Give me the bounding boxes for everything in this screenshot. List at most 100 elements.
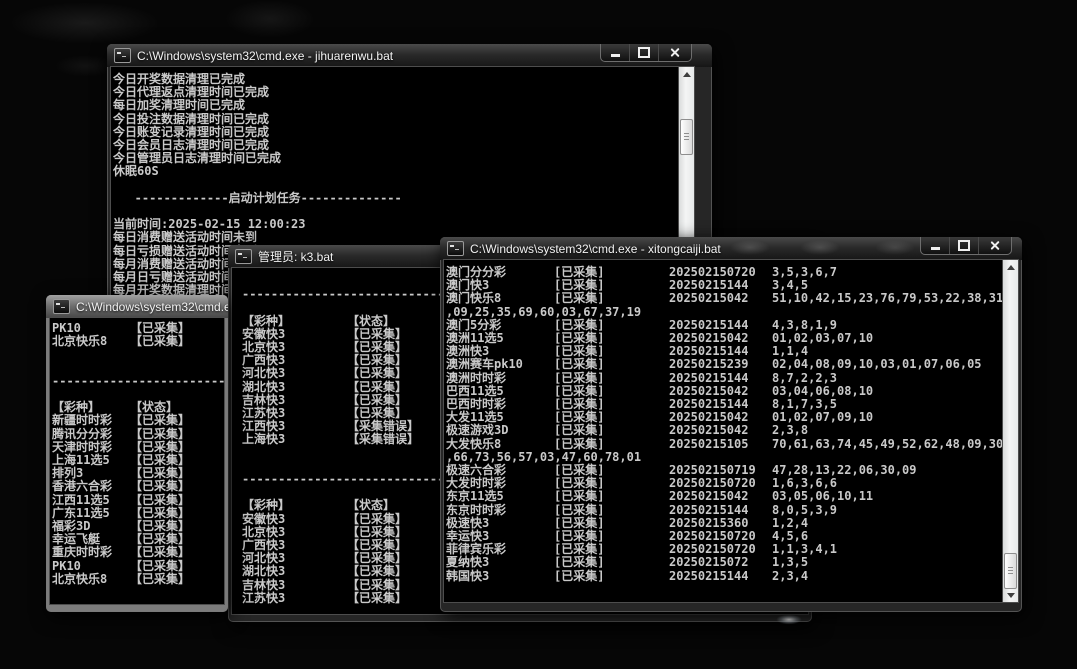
window-title: C:\Windows\system32\cmd.exe	[76, 300, 228, 314]
close-icon	[670, 47, 681, 58]
console-cell: 8,0,5,3,9	[772, 504, 837, 517]
console-cell: -------------启动计划任务--------------	[113, 192, 402, 205]
console-cell: 【采集错误】	[347, 433, 419, 446]
console-line: PK10【已采集】	[52, 560, 224, 573]
close-button[interactable]	[658, 44, 691, 61]
console-line: 极速游戏3D[已采集]202502150422,3,8	[446, 424, 1003, 437]
console-line: 重庆时时彩【已采集】	[52, 546, 224, 559]
titlebar-reflection	[730, 240, 770, 255]
console-output: PK10【已采集】北京快乐8【已采集】---------------------…	[50, 318, 224, 604]
console-cell: 2,3,4	[772, 570, 808, 583]
console-cell: 【已采集】	[130, 414, 190, 427]
maximize-button[interactable]	[629, 44, 658, 61]
titlebar-cmd-left[interactable]: C:\Windows\system32\cmd.exe	[46, 295, 228, 318]
console-cell: 澳门快乐8	[446, 292, 554, 305]
console-cell: 20250215042	[669, 424, 772, 437]
console-cell: 北京快乐8	[52, 573, 130, 586]
console-cell: 【已采集】	[130, 335, 190, 348]
titlebar-reflection	[875, 240, 915, 255]
console-cell: 【状态】	[347, 499, 395, 512]
console-cell: 东京时时彩	[446, 504, 554, 517]
console-line: 新疆时时彩【已采集】	[52, 414, 224, 427]
console-cell: 20250215072	[669, 556, 772, 569]
desktop-smudge	[225, 0, 315, 38]
maximize-button[interactable]	[949, 237, 978, 254]
console-line	[52, 362, 224, 375]
console-cell: 【已采集】	[347, 592, 407, 605]
console-cell: 【彩种】	[242, 499, 347, 512]
console-line: 今日管理员日志清理时间已完成	[113, 152, 679, 165]
console-cell: 【已采集】	[130, 480, 190, 493]
console-cell: 20250215144	[669, 504, 772, 517]
console-cell: 70,61,63,74,45,49,52,62,48,09,30	[772, 438, 1003, 451]
console-cell: 【已采集】	[130, 494, 190, 507]
console-cell: ,09,25,35,69,60,03,67,37,19	[446, 306, 641, 319]
console-line: 澳洲赛车pk10[已采集]2025021523902,04,08,09,10,0…	[446, 358, 1003, 371]
console-cell: 重庆时时彩	[52, 546, 130, 559]
console-cell: 韩国快3	[446, 570, 554, 583]
console-cell: 吉林快3	[242, 579, 347, 592]
console-cell: 新疆时时彩	[52, 414, 130, 427]
arrow-up-icon	[683, 72, 691, 77]
scroll-down-button[interactable]	[1003, 588, 1018, 602]
console-cell: 51,10,42,15,23,76,79,53,22,38,31	[772, 292, 1003, 305]
maximize-icon	[958, 240, 970, 251]
console-cell: 8,7,2,2,3	[772, 372, 837, 385]
console-cell: 20250215105	[669, 438, 772, 451]
scroll-up-button[interactable]	[1003, 260, 1018, 274]
console-cmd-left: PK10【已采集】北京快乐8【已采集】---------------------…	[50, 318, 224, 604]
console-line: 夏纳快3[已采集]202502150721,3,5	[446, 556, 1003, 569]
scroll-up-button[interactable]	[679, 67, 694, 81]
console-line: 休眠60S	[113, 165, 679, 178]
maximize-icon	[638, 47, 650, 58]
console-cell: 【已采集】	[347, 381, 407, 394]
cmd-icon	[114, 48, 131, 63]
console-cell: 每日加奖清理时间已完成	[113, 99, 245, 112]
close-icon	[990, 240, 1001, 251]
scrollbar-thumb[interactable]	[1004, 553, 1017, 589]
titlebar-reflection	[800, 240, 840, 255]
console-cell: 【已采集】	[130, 573, 190, 586]
minimize-icon	[611, 54, 620, 57]
console-cell: PK10	[52, 560, 130, 573]
console-line: 东京时时彩[已采集]202502151448,0,5,3,9	[446, 504, 1003, 517]
console-cell: 【已采集】	[130, 560, 190, 573]
console-cell: 【已采集】	[347, 565, 407, 578]
console-cell: 【彩种】	[242, 315, 347, 328]
desktop-smudge	[10, 2, 160, 44]
console-cell: 20250215144	[669, 372, 772, 385]
console-line: 韩国快3[已采集]202502151442,3,4	[446, 570, 1003, 583]
arrow-up-icon	[1007, 265, 1015, 270]
console-cell: 02,04,08,09,10,03,01,07,06,05	[772, 358, 982, 371]
console-cell: 极速游戏3D	[446, 424, 554, 437]
console-cell: 江苏快3	[242, 592, 347, 605]
console-cell: 北京快乐8	[52, 335, 130, 348]
scrollbar[interactable]	[1002, 260, 1018, 602]
console-cell: 香港六合彩	[52, 480, 130, 493]
console-cell: 每日消费赠送活动时间未到	[113, 231, 257, 244]
console-line: 大发快乐8[已采集]2025021510570,61,63,74,45,49,5…	[446, 438, 1003, 451]
minimize-button[interactable]	[601, 44, 629, 61]
minimize-button[interactable]	[921, 237, 949, 254]
console-cell: 湖北快3	[242, 565, 347, 578]
console-cell: 腾讯分分彩	[52, 428, 130, 441]
console-line	[113, 179, 679, 192]
console-cell: 夏纳快3	[446, 556, 554, 569]
console-xitongcaiji: 澳门分分彩[已采集]2025021507203,5,3,6,7澳门快3[已采集]…	[444, 260, 1018, 602]
console-cell: 今日投注数据清理时间已完成	[113, 113, 269, 126]
console-line: 江西11选5【已采集】	[52, 494, 224, 507]
console-cell: 20250215144	[669, 570, 772, 583]
cmd-icon	[53, 299, 70, 314]
console-cell: --------------------------	[52, 375, 224, 388]
caption-buttons	[920, 237, 1012, 255]
console-cell: 江西11选5	[52, 494, 130, 507]
console-cell: 【状态】	[347, 315, 395, 328]
arrow-down-icon	[1007, 593, 1015, 598]
console-cell: [已采集]	[554, 490, 669, 503]
window-title: C:\Windows\system32\cmd.exe - jihuarenwu…	[137, 49, 393, 63]
close-button[interactable]	[978, 237, 1011, 254]
window-xitongcaiji: C:\Windows\system32\cmd.exe - xitongcaij…	[440, 237, 1022, 612]
window-title: C:\Windows\system32\cmd.exe - xitongcaij…	[470, 242, 721, 256]
scrollbar-thumb[interactable]	[680, 119, 693, 155]
console-cell: 上海快3	[242, 433, 347, 446]
